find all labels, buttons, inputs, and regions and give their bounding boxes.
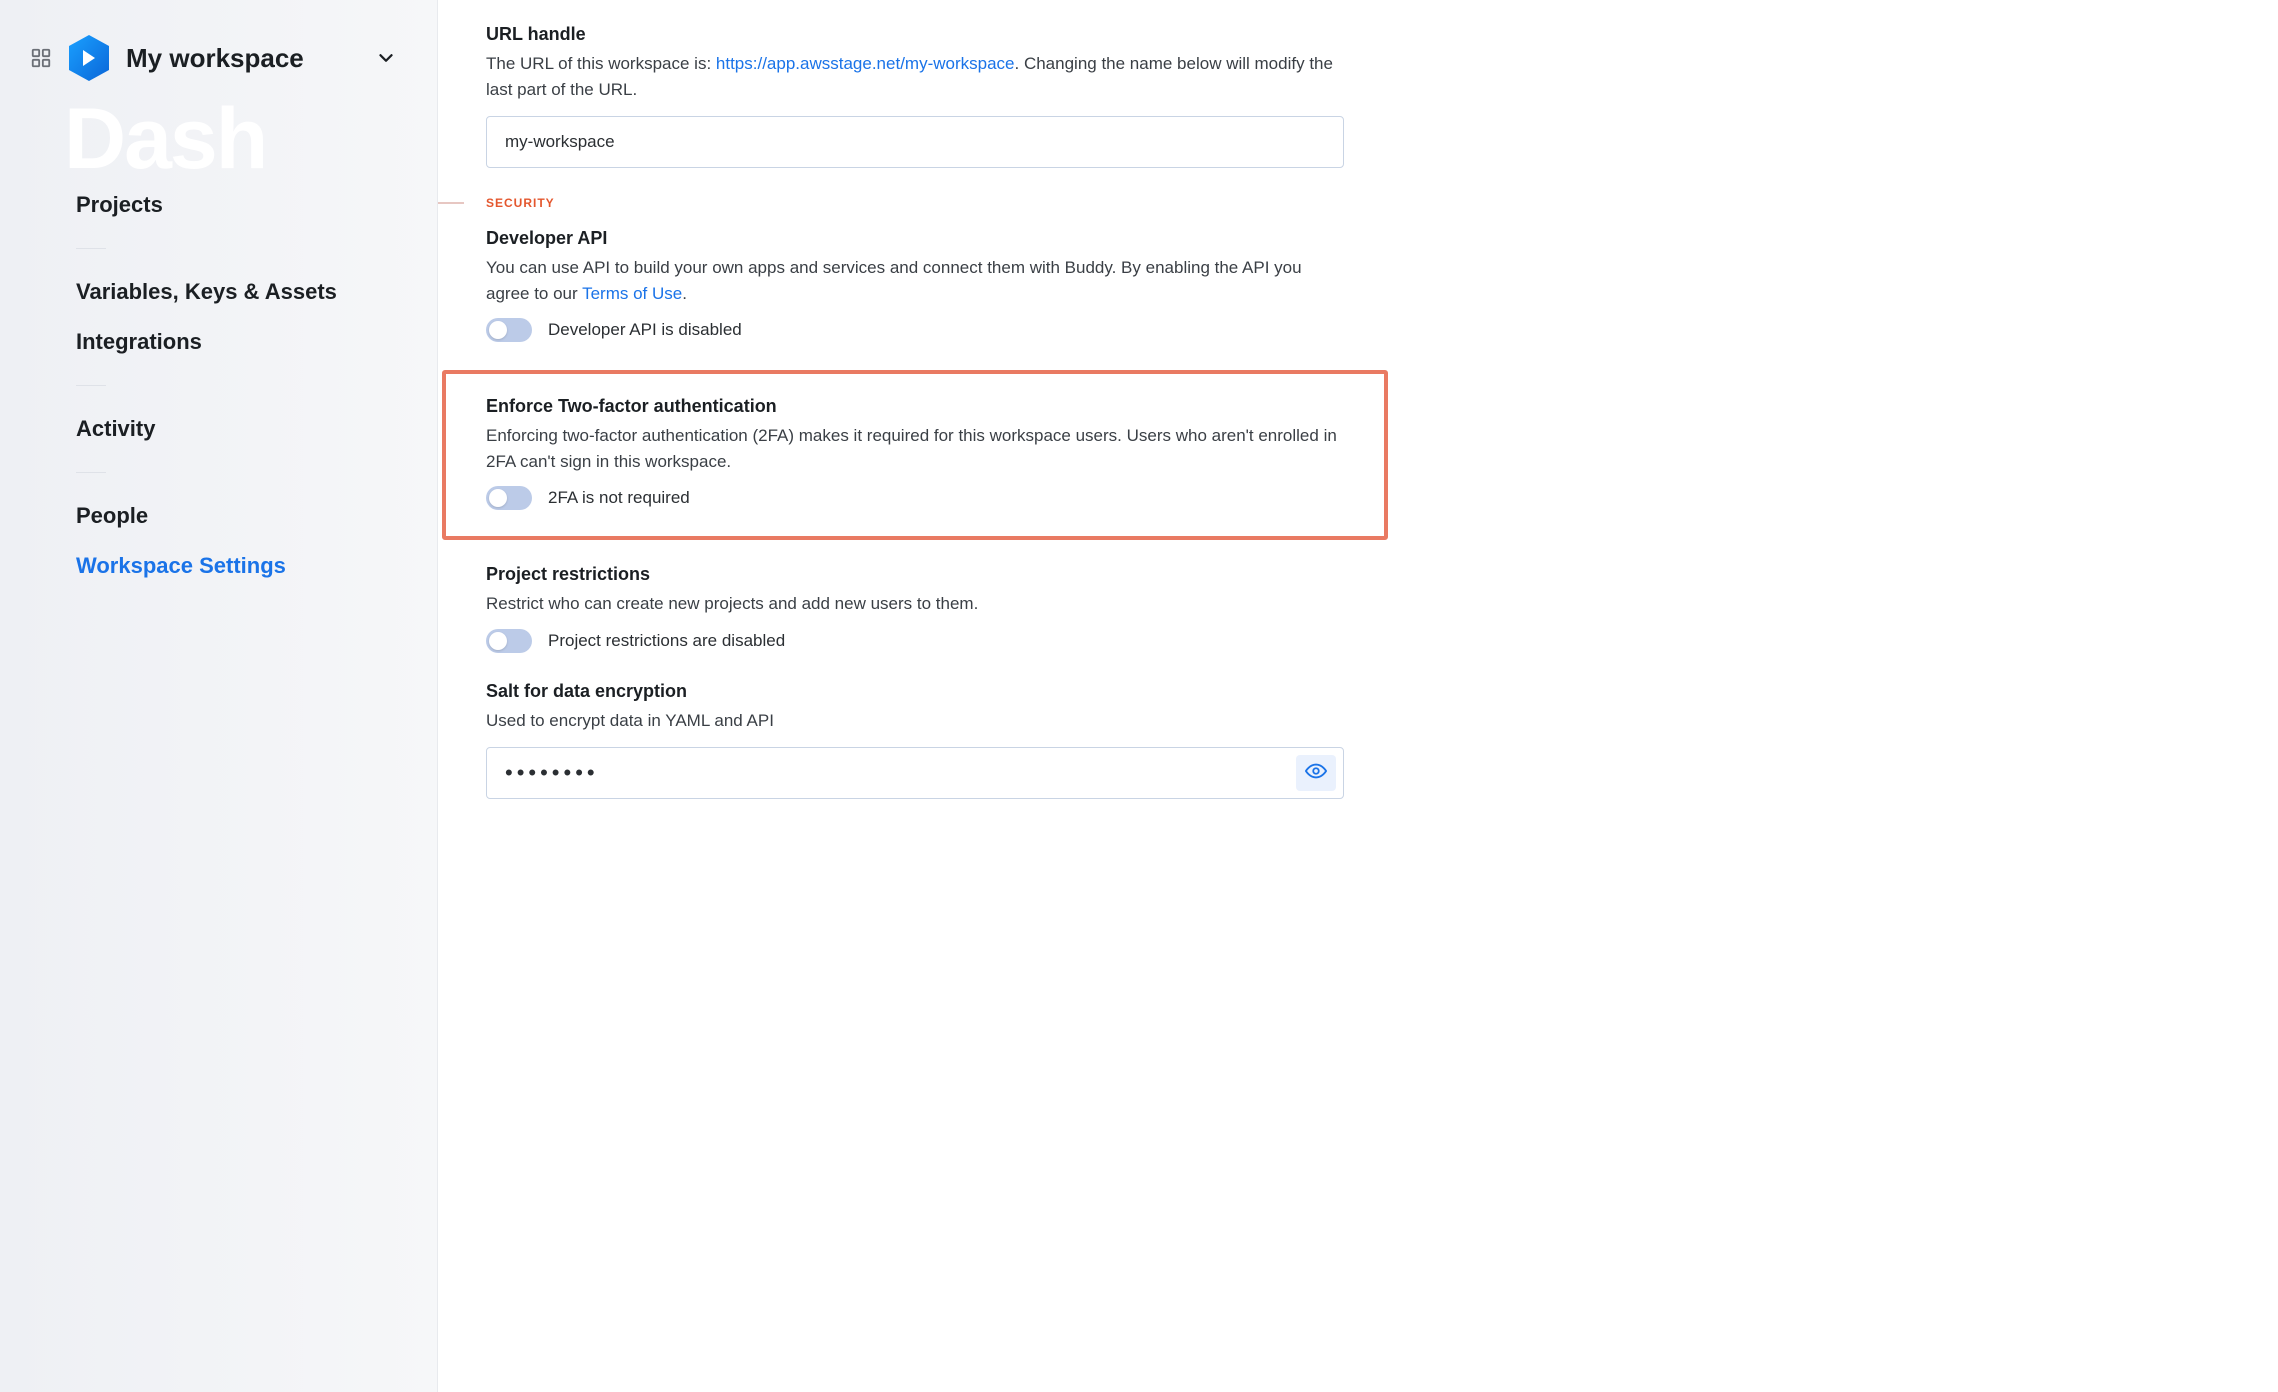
- nav-divider: [76, 385, 106, 386]
- project-restrictions-toggle[interactable]: [486, 629, 532, 653]
- divider-line: [436, 202, 464, 204]
- url-handle-block: URL handle The URL of this workspace is:…: [486, 24, 1344, 168]
- developer-api-block: Developer API You can use API to build y…: [486, 228, 1344, 342]
- project-restrictions-toggle-label: Project restrictions are disabled: [548, 631, 785, 651]
- project-restrictions-desc: Restrict who can create new projects and…: [486, 591, 1344, 617]
- twofa-title: Enforce Two-factor authentication: [486, 396, 1344, 417]
- nav-item-integrations[interactable]: Integrations: [76, 317, 397, 367]
- developer-api-desc-suffix: .: [682, 284, 687, 303]
- workspace-logo-icon: [68, 34, 110, 82]
- twofa-highlight-box: Enforce Two-factor authentication Enforc…: [442, 370, 1388, 540]
- project-restrictions-block: Project restrictions Restrict who can cr…: [486, 564, 1344, 653]
- salt-block: Salt for data encryption Used to encrypt…: [486, 681, 1344, 800]
- nav-item-variables[interactable]: Variables, Keys & Assets: [76, 267, 397, 317]
- sidebar: My workspace Dash Projects Variables, Ke…: [0, 0, 438, 1392]
- security-section-divider: SECURITY: [436, 196, 1344, 210]
- nav-item-activity[interactable]: Activity: [76, 404, 397, 454]
- chevron-down-icon[interactable]: [375, 47, 397, 69]
- url-handle-desc-prefix: The URL of this workspace is:: [486, 54, 716, 73]
- terms-of-use-link[interactable]: Terms of Use: [582, 284, 682, 303]
- twofa-toggle-label: 2FA is not required: [548, 488, 690, 508]
- developer-api-toggle-label: Developer API is disabled: [548, 320, 742, 340]
- sidebar-nav: Projects Variables, Keys & Assets Integr…: [76, 180, 397, 591]
- project-restrictions-title: Project restrictions: [486, 564, 1344, 585]
- workspace-title[interactable]: My workspace: [126, 43, 359, 74]
- security-section-label: SECURITY: [486, 196, 555, 210]
- twofa-toggle[interactable]: [486, 486, 532, 510]
- eye-icon: [1305, 760, 1327, 787]
- reveal-salt-button[interactable]: [1296, 755, 1336, 791]
- nav-item-people[interactable]: People: [76, 491, 397, 541]
- apps-grid-icon[interactable]: [30, 47, 52, 69]
- url-handle-desc: The URL of this workspace is: https://ap…: [486, 51, 1344, 102]
- salt-title: Salt for data encryption: [486, 681, 1344, 702]
- url-handle-input[interactable]: [486, 116, 1344, 168]
- developer-api-toggle[interactable]: [486, 318, 532, 342]
- nav-item-workspace-settings[interactable]: Workspace Settings: [76, 541, 397, 591]
- developer-api-title: Developer API: [486, 228, 1344, 249]
- nav-divider: [76, 248, 106, 249]
- developer-api-desc: You can use API to build your own apps a…: [486, 255, 1344, 306]
- nav-item-projects[interactable]: Projects: [76, 180, 397, 230]
- salt-desc: Used to encrypt data in YAML and API: [486, 708, 1344, 734]
- url-handle-title: URL handle: [486, 24, 1344, 45]
- nav-divider: [76, 472, 106, 473]
- twofa-desc: Enforcing two-factor authentication (2FA…: [486, 423, 1344, 474]
- watermark-text: Dash: [64, 90, 266, 189]
- main-content: URL handle The URL of this workspace is:…: [438, 0, 1392, 1392]
- salt-input[interactable]: [486, 747, 1344, 799]
- url-handle-link[interactable]: https://app.awsstage.net/my-workspace: [716, 54, 1015, 73]
